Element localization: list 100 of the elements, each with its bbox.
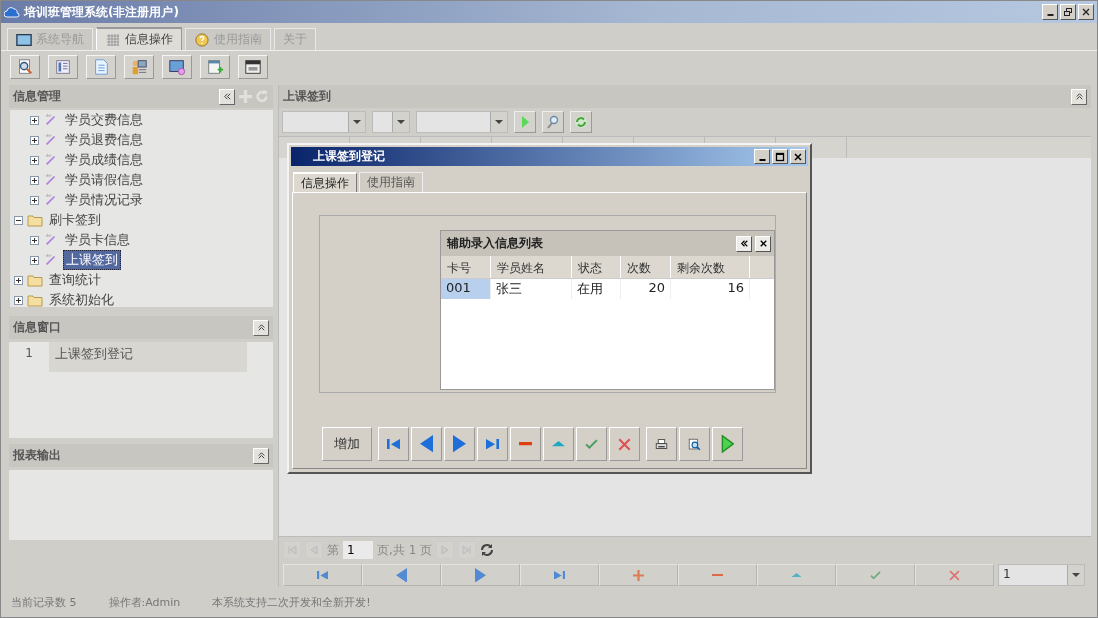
tree-item[interactable]: 系统初始化	[47, 291, 116, 307]
tree-item[interactable]: 上课签到	[63, 250, 121, 270]
toolbar-button[interactable]	[238, 55, 268, 79]
status-text: 当前记录数 5	[11, 594, 77, 610]
magnifier-icon	[688, 437, 701, 451]
window-title: 培训班管理系统(非注册用户)	[24, 3, 180, 21]
close-button[interactable]	[790, 149, 806, 164]
close-button[interactable]	[755, 235, 771, 252]
tab[interactable]: 使用指南	[359, 172, 423, 192]
search-button[interactable]	[542, 111, 564, 133]
toolbar-icon	[130, 58, 148, 76]
minus-box-icon[interactable]	[14, 215, 23, 225]
folder-icon	[27, 293, 43, 307]
caret-icon	[353, 120, 361, 124]
folder-icon	[27, 213, 43, 227]
column-header[interactable]: 卡号	[441, 256, 491, 278]
panel-title: 报表输出	[13, 447, 62, 464]
minus-icon	[712, 573, 723, 577]
plus-box-icon[interactable]	[30, 255, 39, 265]
tab[interactable]: 信息操作	[96, 27, 182, 50]
tree-item[interactable]: 刷卡签到	[47, 211, 103, 229]
triangle-up-icon	[791, 572, 802, 578]
restore-button[interactable]	[1060, 4, 1076, 20]
plus-box-icon[interactable]	[30, 235, 39, 245]
print-button[interactable]	[646, 427, 677, 461]
tree-item[interactable]: 学员交费信息	[63, 111, 145, 129]
first-button[interactable]	[283, 564, 362, 586]
preview-button[interactable]	[679, 427, 710, 461]
minimize-button[interactable]	[754, 149, 770, 164]
plus-box-icon[interactable]	[30, 175, 39, 185]
status-text: 本系统支持二次开发和全新开发!	[212, 594, 371, 610]
tree-item[interactable]: 学员情况记录	[63, 191, 145, 209]
prev-button[interactable]	[362, 564, 441, 586]
collapse-button[interactable]	[736, 235, 752, 252]
skip-forward-icon	[461, 544, 474, 556]
triangle-right-icon	[475, 567, 486, 583]
plus-box-icon[interactable]	[30, 115, 39, 125]
next-button[interactable]	[441, 564, 520, 586]
tab[interactable]: 信息操作	[293, 172, 357, 193]
skip-back-icon	[286, 544, 298, 556]
toolbar-button[interactable]	[10, 55, 40, 79]
cross-icon	[618, 437, 631, 451]
column-header[interactable]: 学员姓名	[491, 256, 572, 278]
double-chevron-left-icon	[221, 91, 233, 102]
tree-item[interactable]: 查询统计	[47, 271, 103, 289]
help-icon	[194, 32, 210, 47]
dropdown[interactable]	[372, 111, 410, 133]
column-header[interactable]: 状态	[572, 256, 621, 278]
plus-box-icon[interactable]	[14, 275, 23, 285]
window-list-item[interactable]: 上课签到登记	[49, 342, 247, 372]
table-cell: 001	[441, 279, 491, 299]
triangle-left-icon	[420, 435, 433, 453]
double-chevron-left-icon	[738, 238, 750, 249]
table-cell: 20	[621, 279, 671, 299]
plus-icon	[633, 569, 644, 581]
plus-box-icon[interactable]	[14, 295, 23, 305]
panel-title: 上课签到	[283, 88, 332, 105]
triangle-up-icon	[552, 441, 565, 447]
caret-icon	[397, 120, 405, 124]
maximize-button[interactable]	[772, 149, 788, 164]
column-header[interactable]: 剩余次数	[671, 256, 750, 278]
status-text: 操作者:Admin	[108, 594, 181, 610]
triangle-right-icon	[453, 435, 466, 453]
add-button[interactable]: 增加	[322, 427, 372, 461]
tree-item[interactable]: 学员退费信息	[63, 131, 145, 149]
plus-box-icon[interactable]	[30, 135, 39, 145]
refresh-button[interactable]	[570, 111, 592, 133]
skip-back-icon	[387, 438, 400, 450]
page-label: 第	[327, 541, 339, 559]
dialog-title: 上课签到登记	[313, 148, 386, 165]
toolbar-button[interactable]	[162, 55, 192, 79]
maximize-icon	[775, 151, 785, 162]
check-icon	[870, 570, 881, 580]
page-size-dropdown[interactable]: 1	[998, 564, 1085, 586]
page-input[interactable]: 1	[343, 541, 373, 559]
tree-item[interactable]: 学员请假信息	[63, 171, 145, 189]
toolbar-icon	[206, 58, 224, 76]
minus-icon	[519, 442, 532, 446]
last-button[interactable]	[520, 564, 599, 586]
skip-back-icon	[317, 570, 328, 580]
close-button[interactable]	[1078, 4, 1094, 20]
caret-icon	[495, 120, 503, 124]
toolbar-icon	[54, 58, 72, 76]
plus-box-icon[interactable]	[30, 155, 39, 165]
cross-icon	[949, 569, 960, 581]
plus-box-icon[interactable]	[30, 195, 39, 205]
refresh-icon[interactable]	[480, 543, 495, 557]
tree-item[interactable]: 学员卡信息	[63, 231, 132, 249]
row-number: 1	[24, 345, 34, 362]
check-icon	[585, 439, 598, 449]
column-header[interactable]: 次数	[621, 256, 671, 278]
triangle-left-icon	[396, 567, 407, 583]
play-icon	[721, 435, 734, 453]
run-button[interactable]	[514, 111, 536, 133]
minimize-button[interactable]	[1042, 4, 1058, 20]
monitor-icon	[16, 32, 32, 47]
printer-icon	[655, 437, 668, 451]
tree-item[interactable]: 学员成绩信息	[63, 151, 145, 169]
folder-icon	[27, 273, 43, 287]
toolbar-icon	[92, 58, 110, 76]
